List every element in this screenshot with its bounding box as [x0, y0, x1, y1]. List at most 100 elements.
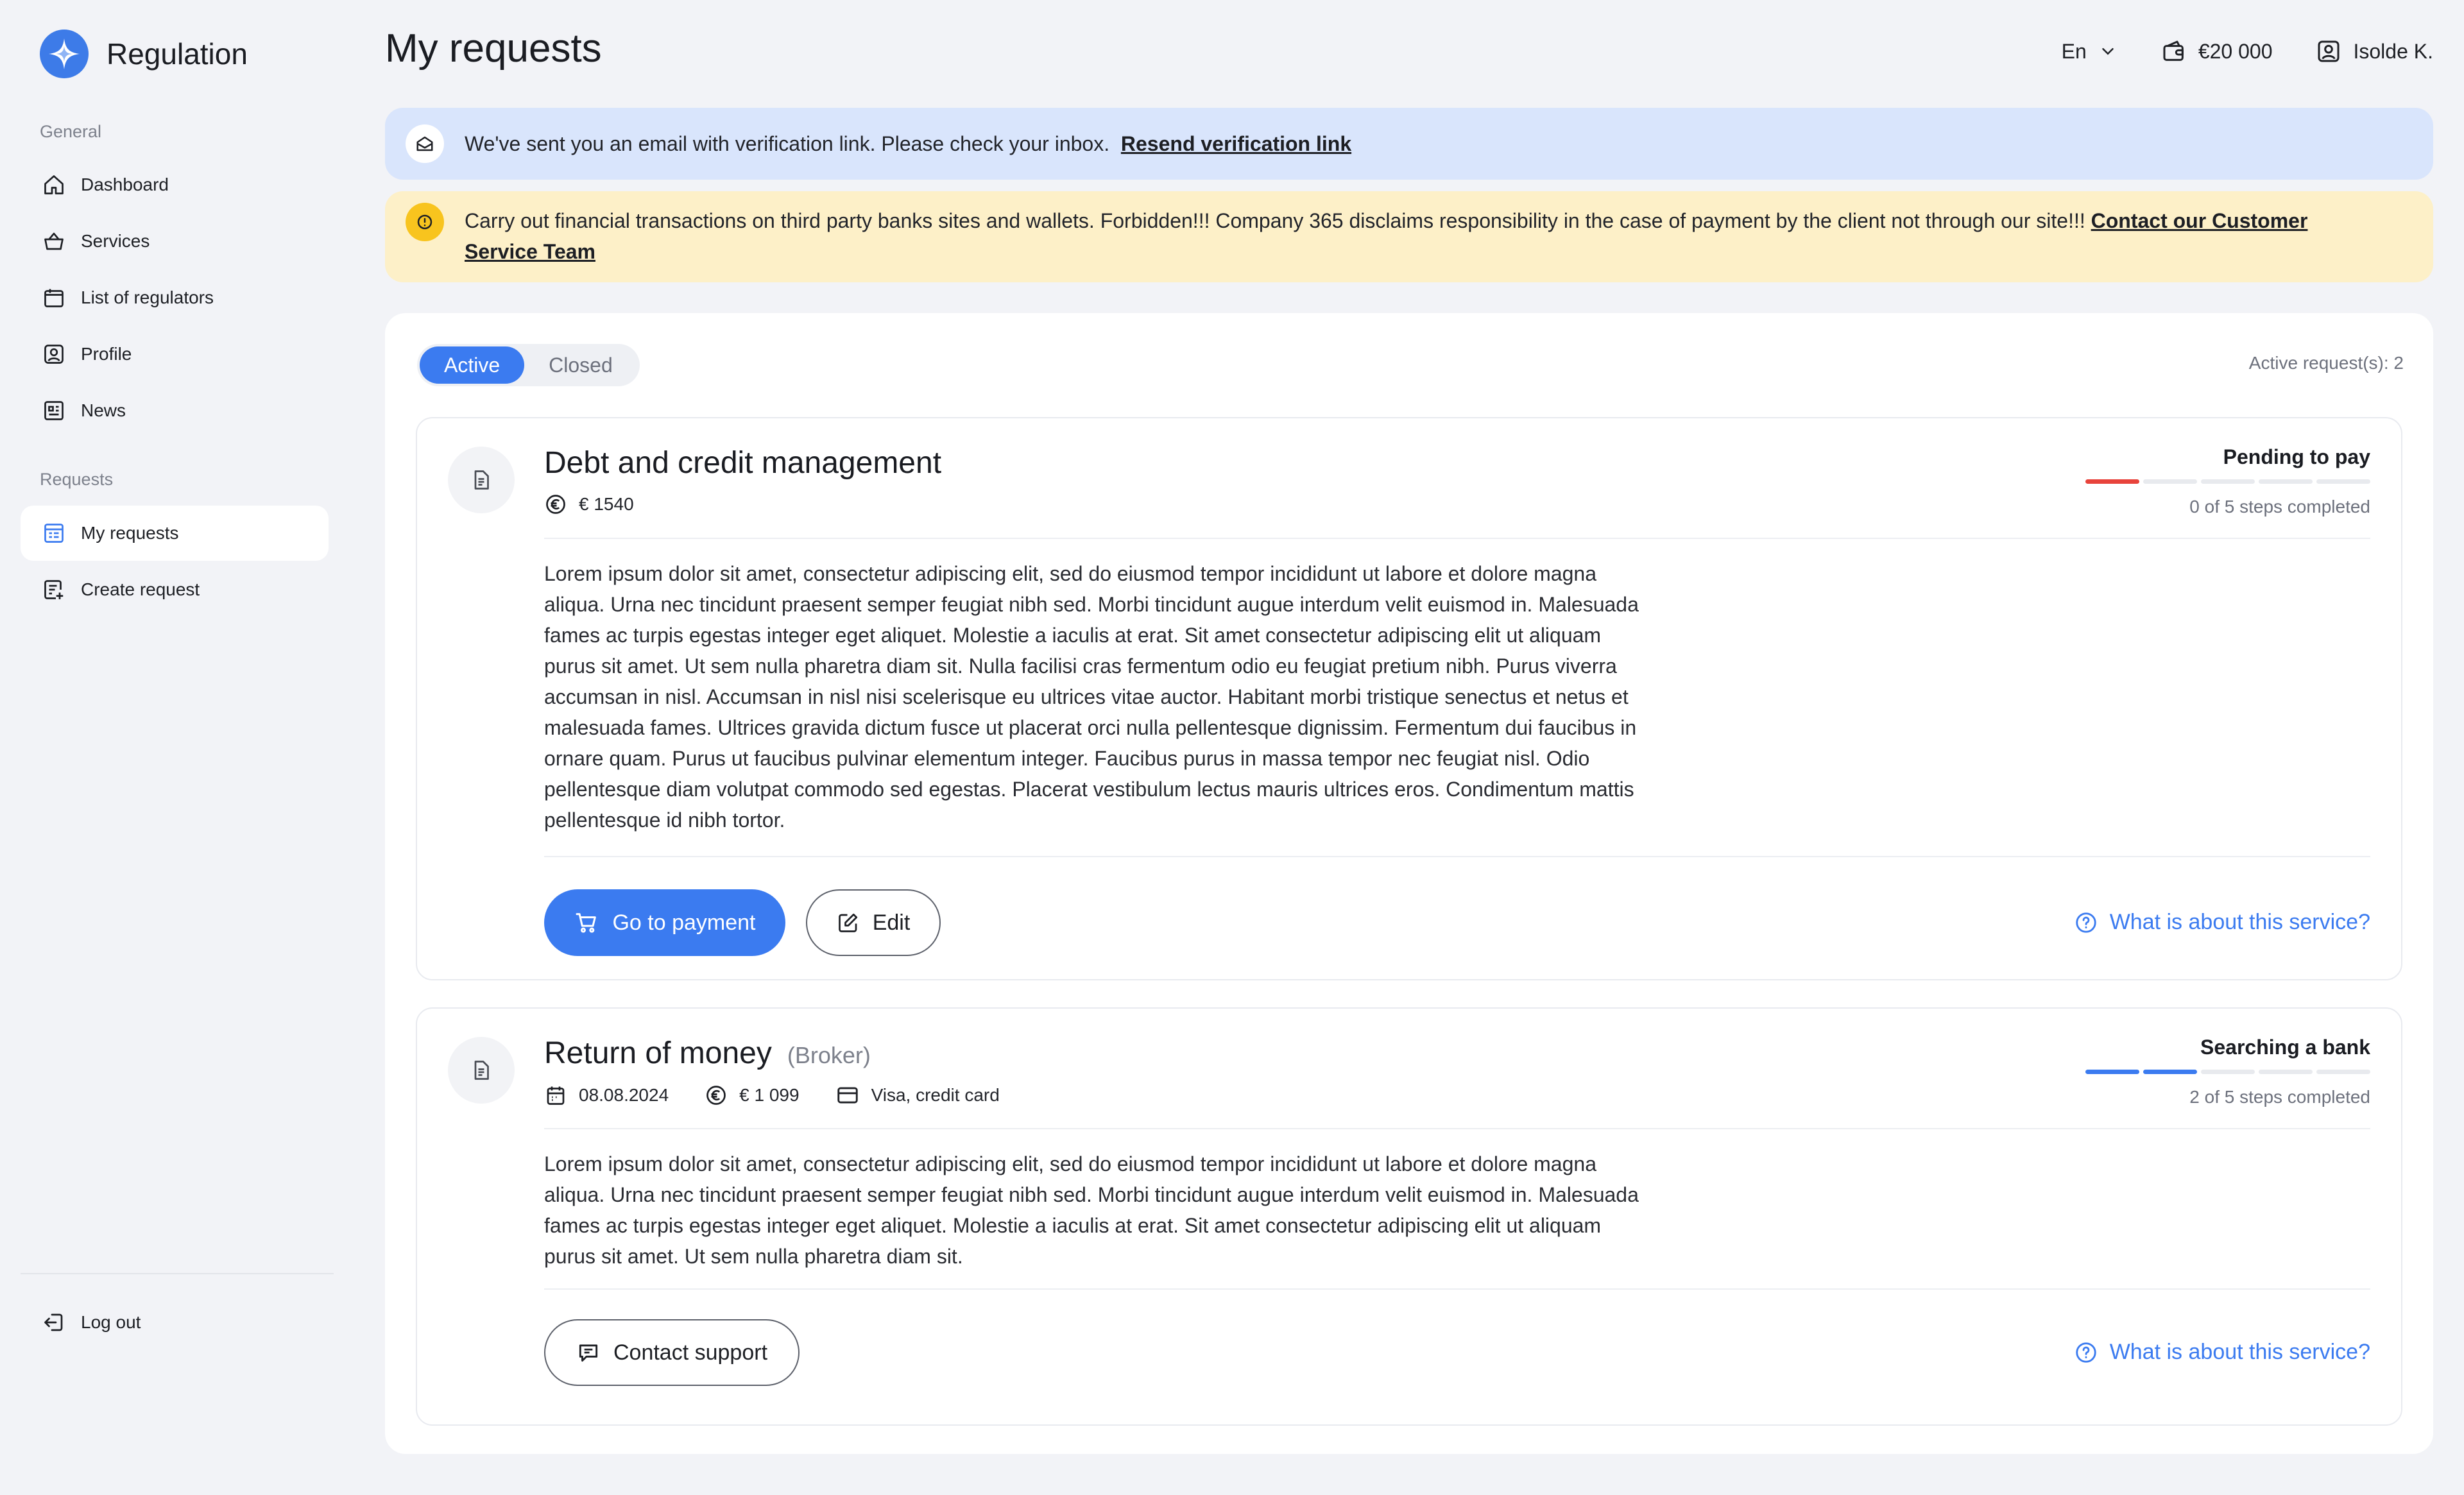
payment-method: Visa, credit card	[835, 1083, 1000, 1107]
service-info-label: What is about this service?	[2109, 910, 2370, 934]
sidebar-item-news[interactable]: News	[21, 383, 329, 438]
sidebar-item-regulators[interactable]: List of regulators	[21, 270, 329, 325]
warning-text-block: Carry out financial transactions on thir…	[465, 205, 2369, 282]
help-circle-icon	[2074, 910, 2098, 935]
app-name: Regulation	[107, 37, 248, 71]
info-icon	[406, 203, 444, 241]
request-card: Return of money (Broker) 08.08.2024 € 1 …	[416, 1007, 2402, 1426]
sidebar-item-label: Create request	[81, 579, 200, 599]
wallet-icon	[2161, 38, 2187, 64]
progress-steps	[2085, 479, 2370, 484]
progress-step	[2201, 1070, 2255, 1074]
sidebar-item-profile[interactable]: Profile	[21, 327, 329, 382]
status-label: Searching a bank	[2200, 1036, 2370, 1059]
balance-display[interactable]: €20 000	[2161, 38, 2273, 64]
home-icon	[41, 172, 67, 198]
create-request-icon	[41, 577, 67, 602]
logout-button[interactable]: Log out	[21, 1295, 329, 1350]
verification-text: We've sent you an email with verificatio…	[465, 132, 1110, 155]
progress-step	[2259, 1070, 2313, 1074]
sidebar-item-label: Profile	[81, 344, 132, 364]
warning-banner: Carry out financial transactions on thir…	[385, 191, 2433, 282]
contact-support-label: Contact support	[613, 1340, 768, 1365]
document-icon	[448, 1037, 515, 1104]
page-title: My requests	[385, 26, 602, 71]
request-amount: € 1 099	[705, 1084, 800, 1107]
edit-button[interactable]: Edit	[806, 889, 941, 956]
sidebar-item-my-requests[interactable]: My requests	[21, 506, 329, 561]
request-date: 08.08.2024	[544, 1084, 669, 1107]
basket-icon	[41, 228, 67, 254]
status-label: Pending to pay	[2223, 445, 2370, 468]
resend-verification-link[interactable]: Resend verification link	[1121, 132, 1351, 156]
request-title: Debt and credit management	[544, 446, 942, 480]
sidebar-item-create-request[interactable]: Create request	[21, 562, 329, 617]
request-description: Lorem ipsum dolor sit amet, consectetur …	[544, 562, 1639, 832]
divider	[544, 1128, 2370, 1129]
user-menu[interactable]: Isolde K.	[2316, 38, 2433, 64]
request-amount: € 1540	[544, 493, 634, 516]
verification-banner: We've sent you an email with verificatio…	[385, 108, 2433, 180]
folder-icon	[41, 285, 67, 311]
request-card: Debt and credit management € 1540 Pendin…	[416, 417, 2402, 980]
sidebar-item-label: News	[81, 400, 126, 420]
sidebar-item-label: Dashboard	[81, 175, 169, 194]
language-selector[interactable]: En	[2062, 40, 2118, 64]
section-label-requests: Requests	[40, 470, 114, 489]
euro-icon	[705, 1084, 728, 1107]
sidebar-item-services[interactable]: Services	[21, 214, 329, 269]
logout-label: Log out	[81, 1312, 141, 1332]
service-info-label: What is about this service?	[2109, 1340, 2370, 1364]
euro-icon	[544, 493, 567, 516]
divider	[544, 1288, 2370, 1290]
progress-step	[2201, 479, 2255, 484]
request-status: Searching a bank 2 of 5 steps completed	[2085, 1036, 2370, 1107]
progress-steps	[2085, 1070, 2370, 1074]
service-info-link[interactable]: What is about this service?	[2074, 910, 2370, 935]
request-title-row: Debt and credit management	[544, 445, 941, 481]
date-value: 08.08.2024	[579, 1085, 669, 1105]
logout-icon	[41, 1310, 67, 1335]
go-to-payment-button[interactable]: Go to payment	[544, 889, 785, 956]
edit-icon	[837, 911, 860, 934]
request-title-row: Return of money (Broker)	[544, 1036, 871, 1071]
request-title: Return of money	[544, 1036, 772, 1070]
user-name: Isolde K.	[2353, 39, 2433, 63]
credit-card-icon	[835, 1083, 860, 1107]
contact-support-button[interactable]: Contact support	[544, 1319, 800, 1386]
request-description: Lorem ipsum dolor sit amet, consectetur …	[544, 1152, 1639, 1268]
language-value: En	[2061, 39, 2087, 63]
request-meta: 08.08.2024 € 1 099 Visa, credit card	[544, 1083, 1000, 1107]
tab-active[interactable]: Active	[420, 346, 525, 384]
go-to-payment-label: Go to payment	[612, 910, 756, 935]
service-info-link[interactable]: What is about this service?	[2074, 1340, 2370, 1365]
sidebar-item-label: My requests	[81, 523, 179, 543]
balance-value: €20 000	[2198, 39, 2273, 63]
steps-completed-text: 0 of 5 steps completed	[2189, 497, 2370, 517]
request-subtitle: (Broker)	[787, 1042, 871, 1068]
requests-icon	[41, 520, 67, 546]
tab-closed[interactable]: Closed	[524, 346, 637, 384]
steps-completed-text: 2 of 5 steps completed	[2189, 1087, 2370, 1107]
progress-step	[2143, 1070, 2197, 1074]
active-requests-count: Active request(s): 2	[2248, 353, 2404, 373]
sidebar: Regulation General Dashboard Services Li…	[0, 0, 340, 1495]
request-status: Pending to pay 0 of 5 steps completed	[2085, 445, 2370, 517]
section-label-general: General	[40, 122, 102, 141]
edit-label: Edit	[872, 910, 911, 935]
sidebar-divider	[21, 1273, 334, 1274]
header-actions: En €20 000 Isolde K.	[2062, 38, 2433, 64]
amount-value: € 1 099	[739, 1085, 800, 1105]
news-icon	[41, 398, 67, 423]
calendar-icon	[544, 1084, 567, 1107]
payment-method-value: Visa, credit card	[871, 1085, 1000, 1105]
chevron-down-icon	[2098, 42, 2118, 61]
requests-panel: Active Closed Active request(s): 2 Debt …	[385, 313, 2433, 1454]
warning-text: Carry out financial transactions on thir…	[465, 209, 2091, 232]
divider	[544, 856, 2370, 857]
app-logo[interactable]: Regulation	[40, 30, 248, 78]
help-circle-icon	[2074, 1340, 2098, 1365]
progress-step	[2143, 479, 2197, 484]
sidebar-item-dashboard[interactable]: Dashboard	[21, 157, 329, 212]
progress-step	[2085, 1070, 2139, 1074]
